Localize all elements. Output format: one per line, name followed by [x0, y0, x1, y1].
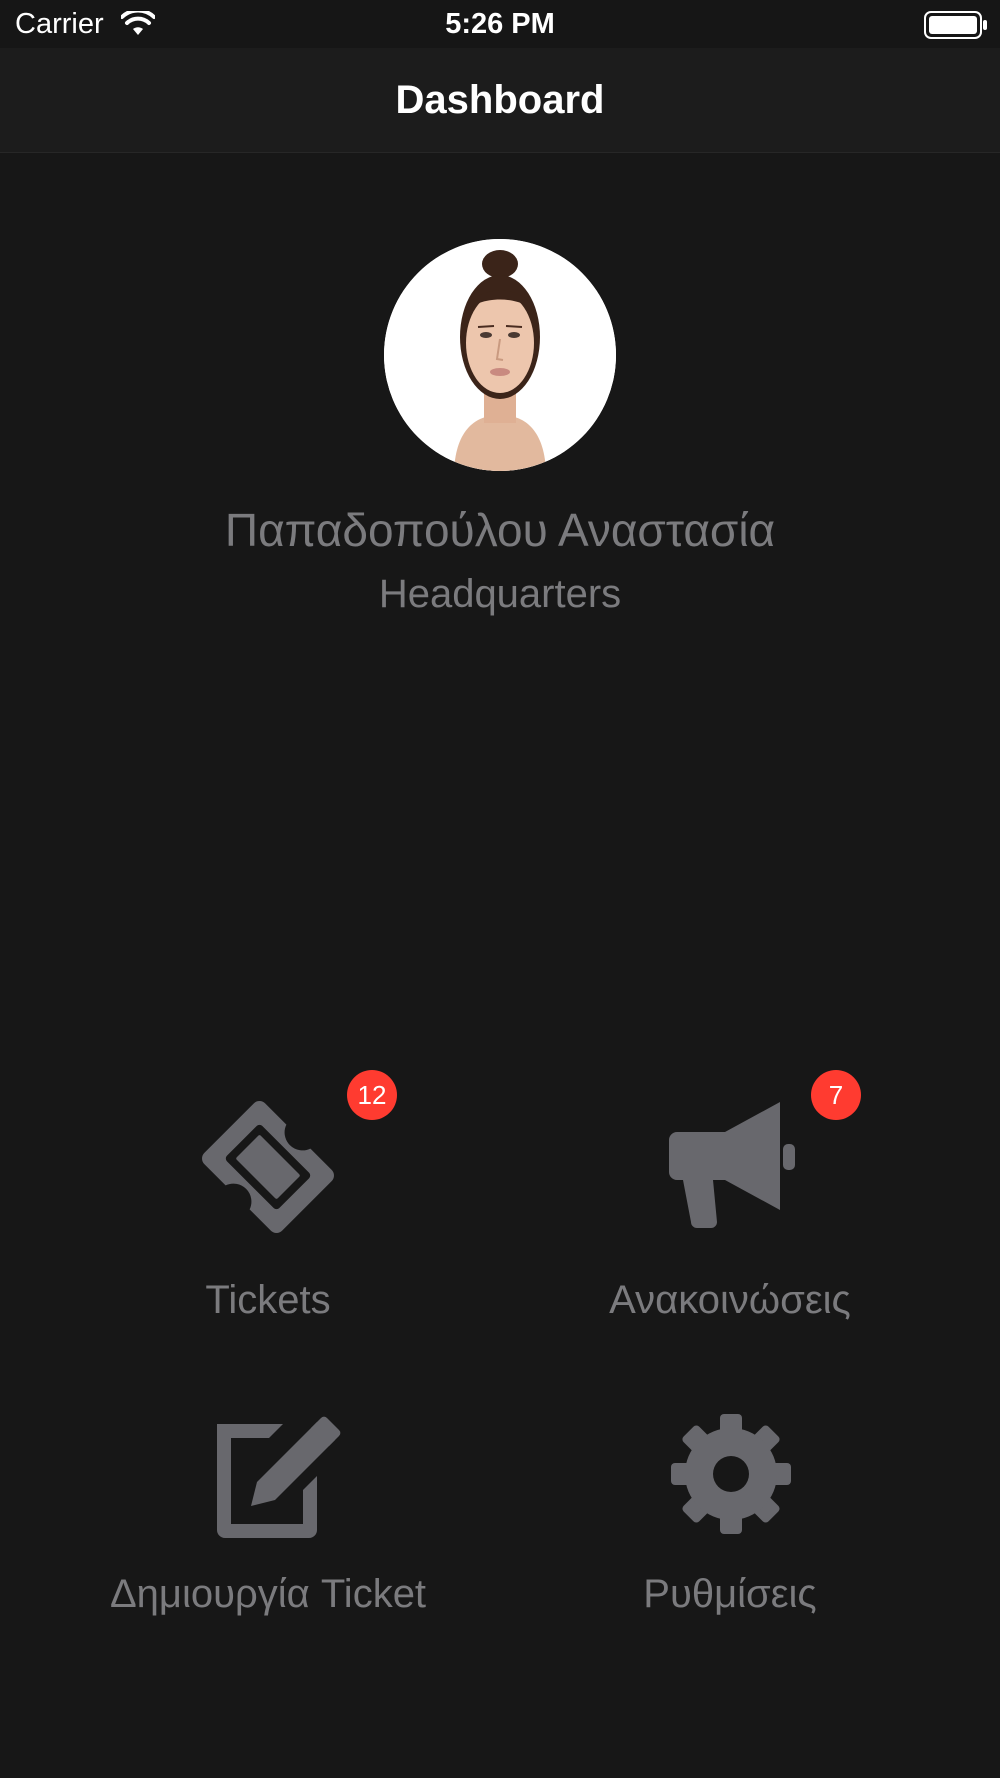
profile-subtitle: Headquarters	[378, 572, 622, 616]
navigation-bar: Dashboard	[0, 48, 1000, 153]
avatar[interactable]	[384, 239, 616, 471]
settings-button[interactable]: Ρυθμίσεις	[500, 1404, 960, 1644]
announcements-button[interactable]: Ανακοινώσεις 7	[500, 1070, 960, 1332]
settings-label: Ρυθμίσεις	[643, 1572, 817, 1616]
tickets-label: Tickets	[205, 1278, 331, 1322]
tickets-button[interactable]: Tickets 12	[38, 1070, 498, 1332]
megaphone-icon	[669, 1102, 795, 1228]
profile-name: Παπαδοπούλου Αναστασία	[224, 504, 776, 556]
avatar-portrait	[384, 239, 616, 471]
announcements-label: Ανακοινώσεις	[609, 1278, 851, 1322]
battery-icon	[924, 11, 987, 39]
edit-icon	[217, 1416, 341, 1538]
gear-icon	[671, 1414, 791, 1534]
status-time: 5:26 PM	[445, 8, 555, 40]
create-ticket-button[interactable]: Δημιουργία Ticket	[38, 1404, 498, 1644]
announcements-badge: 7	[811, 1070, 861, 1120]
tickets-badge: 12	[347, 1070, 397, 1120]
status-bar: Carrier 5:26 PM	[0, 0, 1000, 48]
create-ticket-label: Δημιουργία Ticket	[109, 1572, 427, 1616]
ticket-icon	[202, 1101, 334, 1233]
page-title: Dashboard	[395, 78, 605, 122]
